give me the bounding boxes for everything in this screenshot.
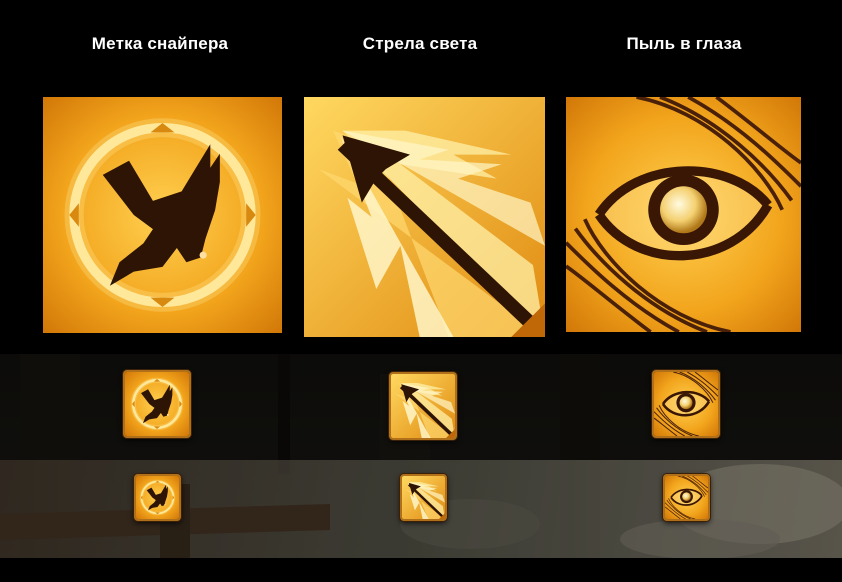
hawk-crosshair-icon-medium bbox=[123, 370, 191, 438]
medium-icons-row bbox=[0, 354, 842, 460]
hawk-crosshair-icon-small bbox=[134, 474, 181, 521]
light-arrow-icon-small bbox=[400, 474, 447, 521]
ability-title-dust-in-eyes: Пыль в глаза bbox=[626, 34, 742, 53]
ability-title-sniper-mark: Метка снайпера bbox=[91, 34, 229, 53]
ability-titles: Метка снайпера Стрела света Пыль в глаза bbox=[0, 0, 842, 90]
small-icons-row bbox=[0, 460, 842, 558]
bottom-strip bbox=[0, 558, 842, 582]
eye-icon-small bbox=[663, 474, 710, 521]
hawk-crosshair-icon bbox=[43, 97, 282, 333]
ability-title-light-arrow: Стрела света bbox=[362, 34, 478, 53]
eye-icon-medium bbox=[652, 370, 720, 438]
eye-icon bbox=[566, 97, 801, 332]
light-arrow-icon bbox=[304, 97, 545, 337]
light-arrow-icon-medium bbox=[389, 372, 457, 440]
